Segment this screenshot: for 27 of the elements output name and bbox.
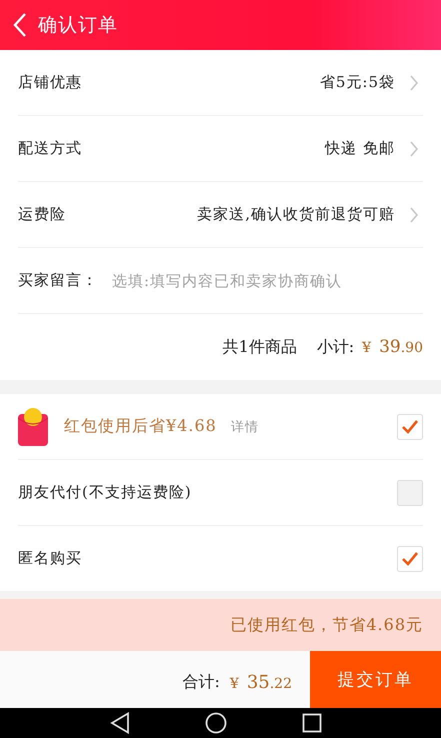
row-value: 卖家送,确认收货前退货可赔 — [197, 205, 395, 224]
checked-checkbox[interactable] — [397, 414, 423, 440]
total-price: ¥ 35.22 — [230, 672, 292, 693]
row-label: 配送方式 — [18, 139, 82, 158]
message-field[interactable]: 选填:填写内容已和卖家协商确认 — [112, 272, 423, 290]
page-title: 确认订单 — [38, 13, 118, 38]
home-icon[interactable] — [204, 712, 226, 734]
row-label: 买家留言： — [18, 271, 98, 290]
savings-text: 已使用红包，节省4.68元 — [230, 614, 423, 636]
subtotal-price: ¥ 39.90 — [362, 337, 423, 357]
item-count: 共1件商品 — [222, 336, 297, 358]
row-value: 省5元:5袋 — [320, 73, 395, 92]
savings-label: 红包使用后省¥4.68 — [64, 416, 217, 437]
recents-icon[interactable] — [302, 713, 322, 733]
submit-order-button[interactable]: 提交订单 — [310, 651, 441, 708]
details-link[interactable]: 详情 — [230, 418, 259, 436]
subtotal-label: 小计: — [316, 336, 354, 358]
checked-checkbox[interactable] — [397, 546, 423, 572]
row-label: 店铺优惠 — [18, 73, 82, 92]
back-icon[interactable] — [110, 712, 130, 734]
option-label: 朋友代付(不支持运费险) — [18, 483, 192, 502]
envelope-icon — [18, 408, 48, 446]
row-label: 运费险 — [18, 205, 66, 224]
row-value: 快递 免邮 — [325, 139, 395, 158]
total-label: 合计: — [182, 672, 220, 693]
option-label: 匿名购买 — [18, 549, 82, 568]
checkbox[interactable] — [397, 480, 423, 506]
